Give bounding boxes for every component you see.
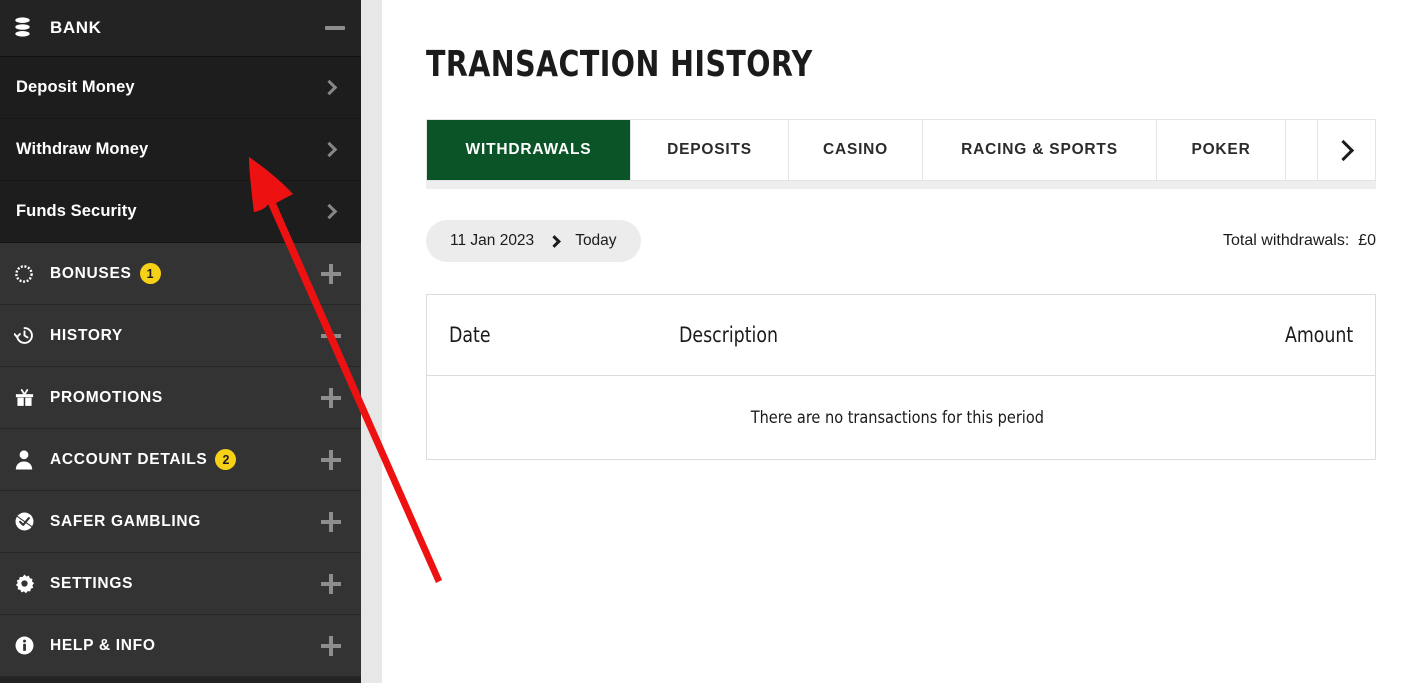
date-to: Today	[575, 232, 617, 249]
sidebar-item-funds-security[interactable]: Funds Security	[0, 181, 361, 243]
tabs-next-button[interactable]	[1318, 120, 1374, 180]
sidebar-item-label: Withdraw Money	[16, 140, 149, 158]
main-content: TRANSACTION HISTORY WITHDRAWALS DEPOSITS…	[382, 0, 1404, 683]
shield-check-icon	[14, 511, 46, 532]
plus-icon[interactable]	[321, 635, 341, 656]
tab-label: RACING & SPORTS	[961, 141, 1118, 158]
page-root: BANK Deposit Money Withdraw Money Funds …	[0, 0, 1404, 683]
plus-icon[interactable]	[321, 263, 341, 284]
chevron-right-icon	[1332, 139, 1355, 161]
status-badge: 2	[215, 449, 237, 470]
chevron-right-icon	[321, 203, 338, 220]
sidebar-item-deposit-money[interactable]: Deposit Money	[0, 57, 361, 119]
sidebar-item-account-details[interactable]: ACCOUNT DETAILS 2	[0, 429, 361, 491]
sidebar-item-safer-gambling[interactable]: SAFER GAMBLING	[0, 491, 361, 553]
info-icon	[14, 635, 46, 656]
tab-overflow-clipped[interactable]	[1286, 120, 1318, 180]
sidebar-item-help-info[interactable]: HELP & INFO	[0, 615, 361, 677]
tab-label: WITHDRAWALS	[465, 141, 592, 158]
column-header-amount: Amount	[1284, 323, 1353, 347]
table-header-row: Date Description Amount	[427, 295, 1375, 376]
gear-icon	[14, 573, 46, 594]
minus-icon[interactable]	[325, 26, 345, 30]
empty-state-message: There are no transactions for this perio…	[750, 407, 1044, 428]
sidebar-item-label: PROMOTIONS	[50, 388, 163, 406]
sidebar-item-label: Deposit Money	[16, 78, 135, 96]
tab-bar: WITHDRAWALS DEPOSITS CASINO RACING & SPO…	[426, 119, 1376, 181]
database-icon	[14, 17, 44, 39]
sidebar-item-label: HISTORY	[50, 326, 123, 344]
gift-icon	[14, 387, 46, 408]
tab-label: POKER	[1191, 141, 1251, 158]
sidebar-item-label: ACCOUNT DETAILS	[50, 450, 208, 468]
plus-icon[interactable]	[321, 387, 341, 408]
sidebar-item-bonuses[interactable]: BONUSES 1	[0, 243, 361, 305]
page-title: TRANSACTION HISTORY	[426, 44, 813, 85]
sidebar-item-withdraw-money[interactable]: Withdraw Money	[0, 119, 361, 181]
coin-icon	[14, 264, 46, 284]
table-body: There are no transactions for this perio…	[427, 376, 1375, 459]
sidebar-item-label: SAFER GAMBLING	[50, 512, 202, 530]
tab-label: DEPOSITS	[667, 141, 752, 158]
tabs-container: WITHDRAWALS DEPOSITS CASINO RACING & SPO…	[426, 119, 1376, 189]
tab-deposits[interactable]: DEPOSITS	[631, 120, 789, 180]
date-range-picker[interactable]: 11 Jan 2023 Today	[426, 220, 641, 262]
date-from: 11 Jan 2023	[450, 232, 535, 249]
status-badge: 1	[139, 263, 161, 284]
sidebar-item-label: HELP & INFO	[50, 636, 156, 654]
layout-gutter	[361, 0, 382, 683]
plus-icon[interactable]	[321, 511, 341, 532]
minus-icon[interactable]	[321, 326, 341, 346]
person-icon	[14, 449, 46, 470]
chevron-right-icon	[321, 141, 338, 158]
column-header-date: Date	[449, 323, 491, 347]
total-withdrawals: Total withdrawals: £0	[1223, 232, 1376, 249]
tab-casino[interactable]: CASINO	[789, 120, 923, 180]
sidebar-item-settings[interactable]: SETTINGS	[0, 553, 361, 615]
tab-withdrawals[interactable]: WITHDRAWALS	[427, 120, 631, 180]
sidebar-item-label: Funds Security	[16, 202, 137, 220]
sidebar-item-label: BONUSES	[50, 264, 132, 282]
plus-icon[interactable]	[321, 573, 341, 594]
chevron-right-icon	[321, 79, 338, 96]
tab-racing-sports[interactable]: RACING & SPORTS	[923, 120, 1157, 180]
sidebar-section-title: BANK	[50, 18, 102, 37]
tab-bar-underline	[426, 181, 1376, 189]
filter-row: 11 Jan 2023 Today Total withdrawals: £0	[426, 220, 1376, 262]
tab-poker[interactable]: POKER	[1157, 120, 1286, 180]
clock-history-icon	[14, 325, 46, 346]
sidebar-item-label: SETTINGS	[50, 574, 134, 592]
sidebar-section-bank[interactable]: BANK	[0, 0, 361, 57]
transactions-table: Date Description Amount There are no tra…	[426, 294, 1376, 460]
plus-icon[interactable]	[321, 449, 341, 470]
chevron-right-icon	[548, 234, 562, 248]
column-header-description: Description	[679, 323, 779, 347]
tab-label: CASINO	[822, 141, 889, 158]
sidebar-item-history[interactable]: HISTORY	[0, 305, 361, 367]
sidebar-item-promotions[interactable]: PROMOTIONS	[0, 367, 361, 429]
sidebar: BANK Deposit Money Withdraw Money Funds …	[0, 0, 361, 683]
